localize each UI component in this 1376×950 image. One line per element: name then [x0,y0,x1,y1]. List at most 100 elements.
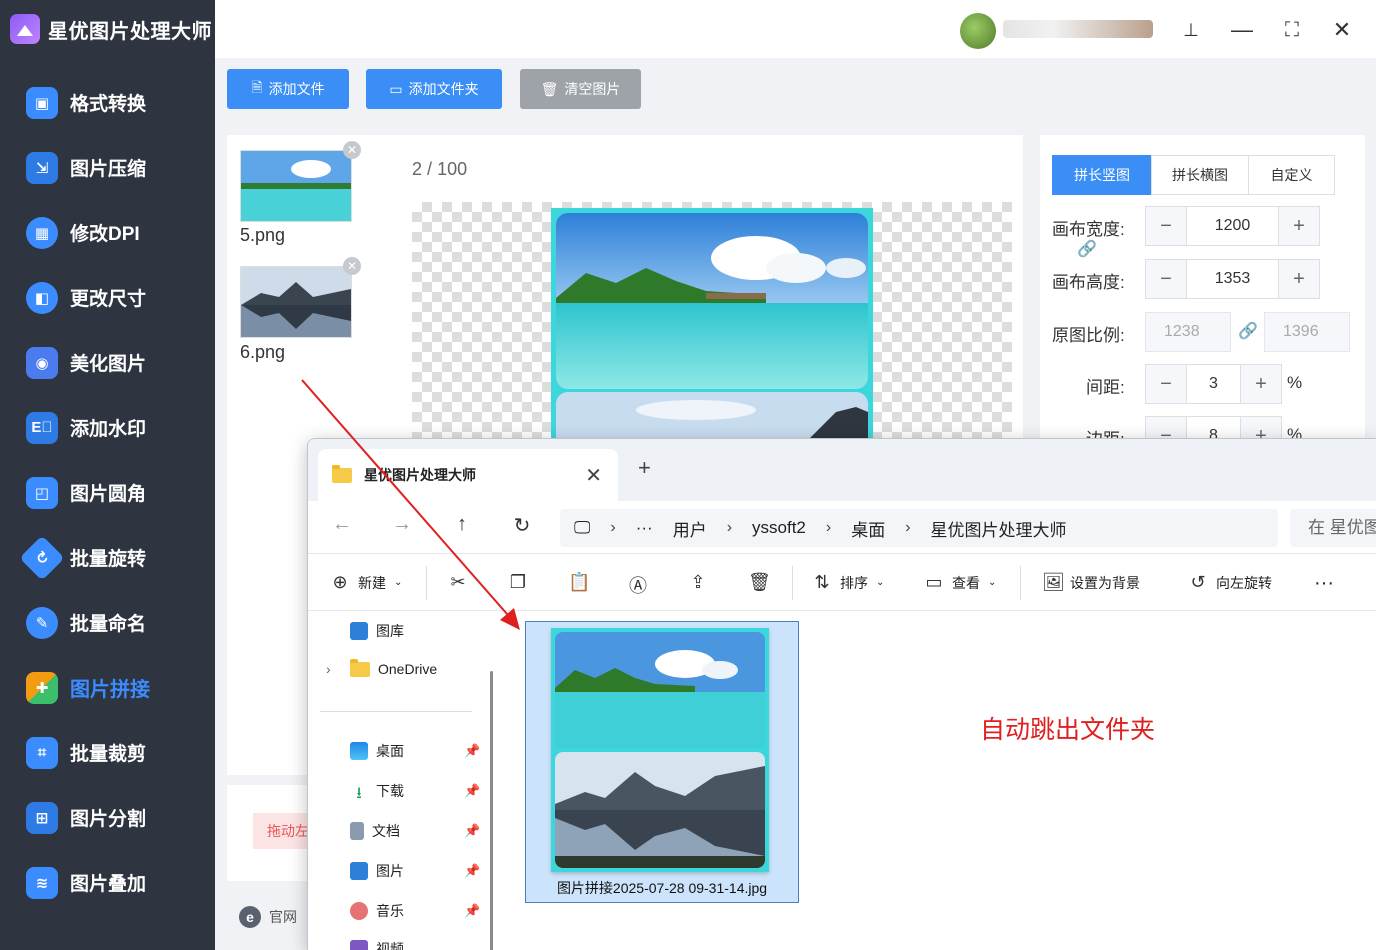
sidebar-item-resize[interactable]: ◧ 更改尺寸 [0,265,215,330]
canvas-height-input[interactable]: 1353 [1186,260,1279,298]
file-thumbnail-mountain [555,752,765,868]
close-icon[interactable]: ✕ [1328,16,1356,44]
add-folder-button[interactable]: ▭ 添加文件夹 [366,69,502,109]
breadcrumb-item[interactable]: 用户 [673,516,707,541]
official-site-label: 官网 [269,909,297,925]
cut-button[interactable]: ✂ [448,572,468,593]
sidebar-nav: ▣ 格式转换 ⇲ 图片压缩 ▦ 修改DPI ◧ 更改尺寸 ◉ 美化图片 E⃞ 添… [0,70,215,915]
sidebar-item-beautify[interactable]: ◉ 美化图片 [0,330,215,395]
canvas-width-input[interactable]: 1200 [1186,207,1279,245]
tree-item-music[interactable]: 音乐 [350,901,404,921]
sidebar-item-format-convert[interactable]: ▣ 格式转换 [0,70,215,135]
stitched-preview [551,208,873,442]
copy-button[interactable]: ❐ [508,572,528,593]
tab-custom[interactable]: 自定义 [1248,155,1335,195]
sidebar-item-compress[interactable]: ⇲ 图片压缩 [0,135,215,200]
back-icon[interactable]: ← [328,513,356,536]
breadcrumb-item[interactable]: yssoft2 [752,518,806,538]
stitched-file-item[interactable]: 图片拼接2025-07-28 09-31-14.jpg [525,621,799,903]
tree-item-pictures[interactable]: 图片 [350,861,404,881]
tab-horizontal-stitch[interactable]: 拼长横图 [1151,155,1249,195]
spacing-unit: % [1287,373,1303,392]
link-icon[interactable]: 🔗 [1077,239,1097,258]
tree-item-documents[interactable]: 文档 [350,821,400,841]
up-icon[interactable]: ↑ [448,513,476,536]
tree-item-videos[interactable]: 视频 [350,939,404,950]
rename-icon: Ⓐ [629,576,647,596]
search-input[interactable]: 在 星优图 [1290,509,1376,547]
pin-icon[interactable]: 📌 [464,743,480,759]
pin-icon[interactable]: ⊥ [1177,16,1205,44]
increase-spacing-button[interactable]: + [1241,365,1281,403]
maximize-icon[interactable]: ⛶ [1278,16,1306,44]
breadcrumb-item[interactable]: 星优图片处理大师 [931,516,1067,541]
official-site-link[interactable]: e 官网 [239,906,297,928]
view-button[interactable]: ▭ 查看 ⌄ [924,572,996,593]
close-tab-icon[interactable]: ✕ [585,463,602,488]
tab-vertical-stitch[interactable]: 拼长竖图 [1052,155,1152,195]
mountain-image [556,392,868,442]
sidebar-item-crop[interactable]: ⌗ 批量裁剪 [0,720,215,785]
spacing-input[interactable]: 3 [1186,365,1241,403]
decrease-spacing-button[interactable]: − [1146,365,1186,403]
sidebar-item-dpi[interactable]: ▦ 修改DPI [0,200,215,265]
sort-button[interactable]: ⇅ 排序 ⌄ [812,572,884,593]
beautify-icon: ◉ [26,346,58,379]
pin-icon[interactable]: 📌 [464,903,480,919]
share-button[interactable]: ⇪ [688,572,708,593]
paste-button[interactable]: 📋 [568,572,590,593]
remove-thumbnail-button[interactable]: ✕ [343,257,361,275]
clear-images-button[interactable]: 🗑 清空图片 [520,69,641,109]
title-bar: ⊥ — ⛶ ✕ [215,0,1376,58]
decrease-height-button[interactable]: − [1146,260,1186,298]
canvas-height-label: 画布高度: [1052,273,1125,292]
sidebar-item-rename[interactable]: ✎ 批量命名 [0,590,215,655]
sidebar-item-split[interactable]: ⊞ 图片分割 [0,785,215,850]
thumbnail-6[interactable]: ✕ [240,257,361,338]
scrollbar[interactable] [490,671,493,950]
sidebar-item-round-corner[interactable]: ◰ 图片圆角 [0,460,215,525]
decrease-width-button[interactable]: − [1146,207,1186,245]
rename-button[interactable]: Ⓐ [628,572,648,598]
tree-item-desktop[interactable]: 桌面 [350,741,404,761]
sidebar-item-stitch[interactable]: ✚ 图片拼接 [0,655,215,720]
new-button[interactable]: ⊕ 新建 ⌄ [330,572,402,593]
tree-item-onedrive[interactable]: › OneDrive [326,658,437,677]
more-options-button[interactable]: ··· [1314,572,1334,595]
sidebar-item-rotate[interactable]: ↻ 批量旋转 [0,525,215,590]
chevron-right-icon[interactable]: › [326,661,342,677]
explorer-tab[interactable]: 星优图片处理大师 ✕ [318,449,618,501]
drag-hint-button[interactable]: 拖动左 [253,813,313,849]
pin-icon[interactable]: 📌 [464,783,480,799]
add-file-button[interactable]: 🗎 添加文件 [227,69,349,109]
tree-item-label: 桌面 [376,743,404,759]
remove-thumbnail-button[interactable]: ✕ [343,141,361,159]
tree-item-label: 下载 [376,783,404,799]
clear-images-label: 清空图片 [564,81,621,97]
increase-height-button[interactable]: + [1279,260,1319,298]
rotate-left-button[interactable]: ↺ 向左旋转 [1188,572,1272,593]
sidebar-item-label: 添加水印 [70,419,147,440]
sidebar-item-watermark[interactable]: E⃞ 添加水印 [0,395,215,460]
breadcrumb-item[interactable]: 桌面 [851,516,885,541]
refresh-icon[interactable]: ↻ [508,513,536,538]
avatar[interactable] [960,13,996,49]
pin-icon[interactable]: 📌 [464,823,480,839]
more-icon[interactable]: ··· [636,518,653,538]
set-background-button[interactable]: 🖼 设置为背景 [1042,572,1140,593]
chevron-right-icon: › [825,519,832,536]
compress-icon: ⇲ [26,151,58,184]
sidebar-item-overlay[interactable]: ≋ 图片叠加 [0,850,215,915]
minimize-icon[interactable]: — [1228,16,1256,44]
tree-item-downloads[interactable]: ⭳ 下载 [350,781,404,802]
delete-button[interactable]: 🗑 [748,572,771,593]
increase-width-button[interactable]: + [1279,207,1319,245]
forward-icon[interactable]: → [388,513,416,536]
new-tab-icon[interactable]: + [638,455,651,481]
chevron-right-icon: › [610,519,616,536]
computer-icon[interactable]: 🖵 [574,518,590,538]
thumbnail-5[interactable]: ✕ [240,141,361,222]
tree-item-gallery[interactable]: 图库 [350,621,404,641]
sidebar-item-label: 更改尺寸 [70,289,147,310]
pin-icon[interactable]: 📌 [464,863,480,879]
